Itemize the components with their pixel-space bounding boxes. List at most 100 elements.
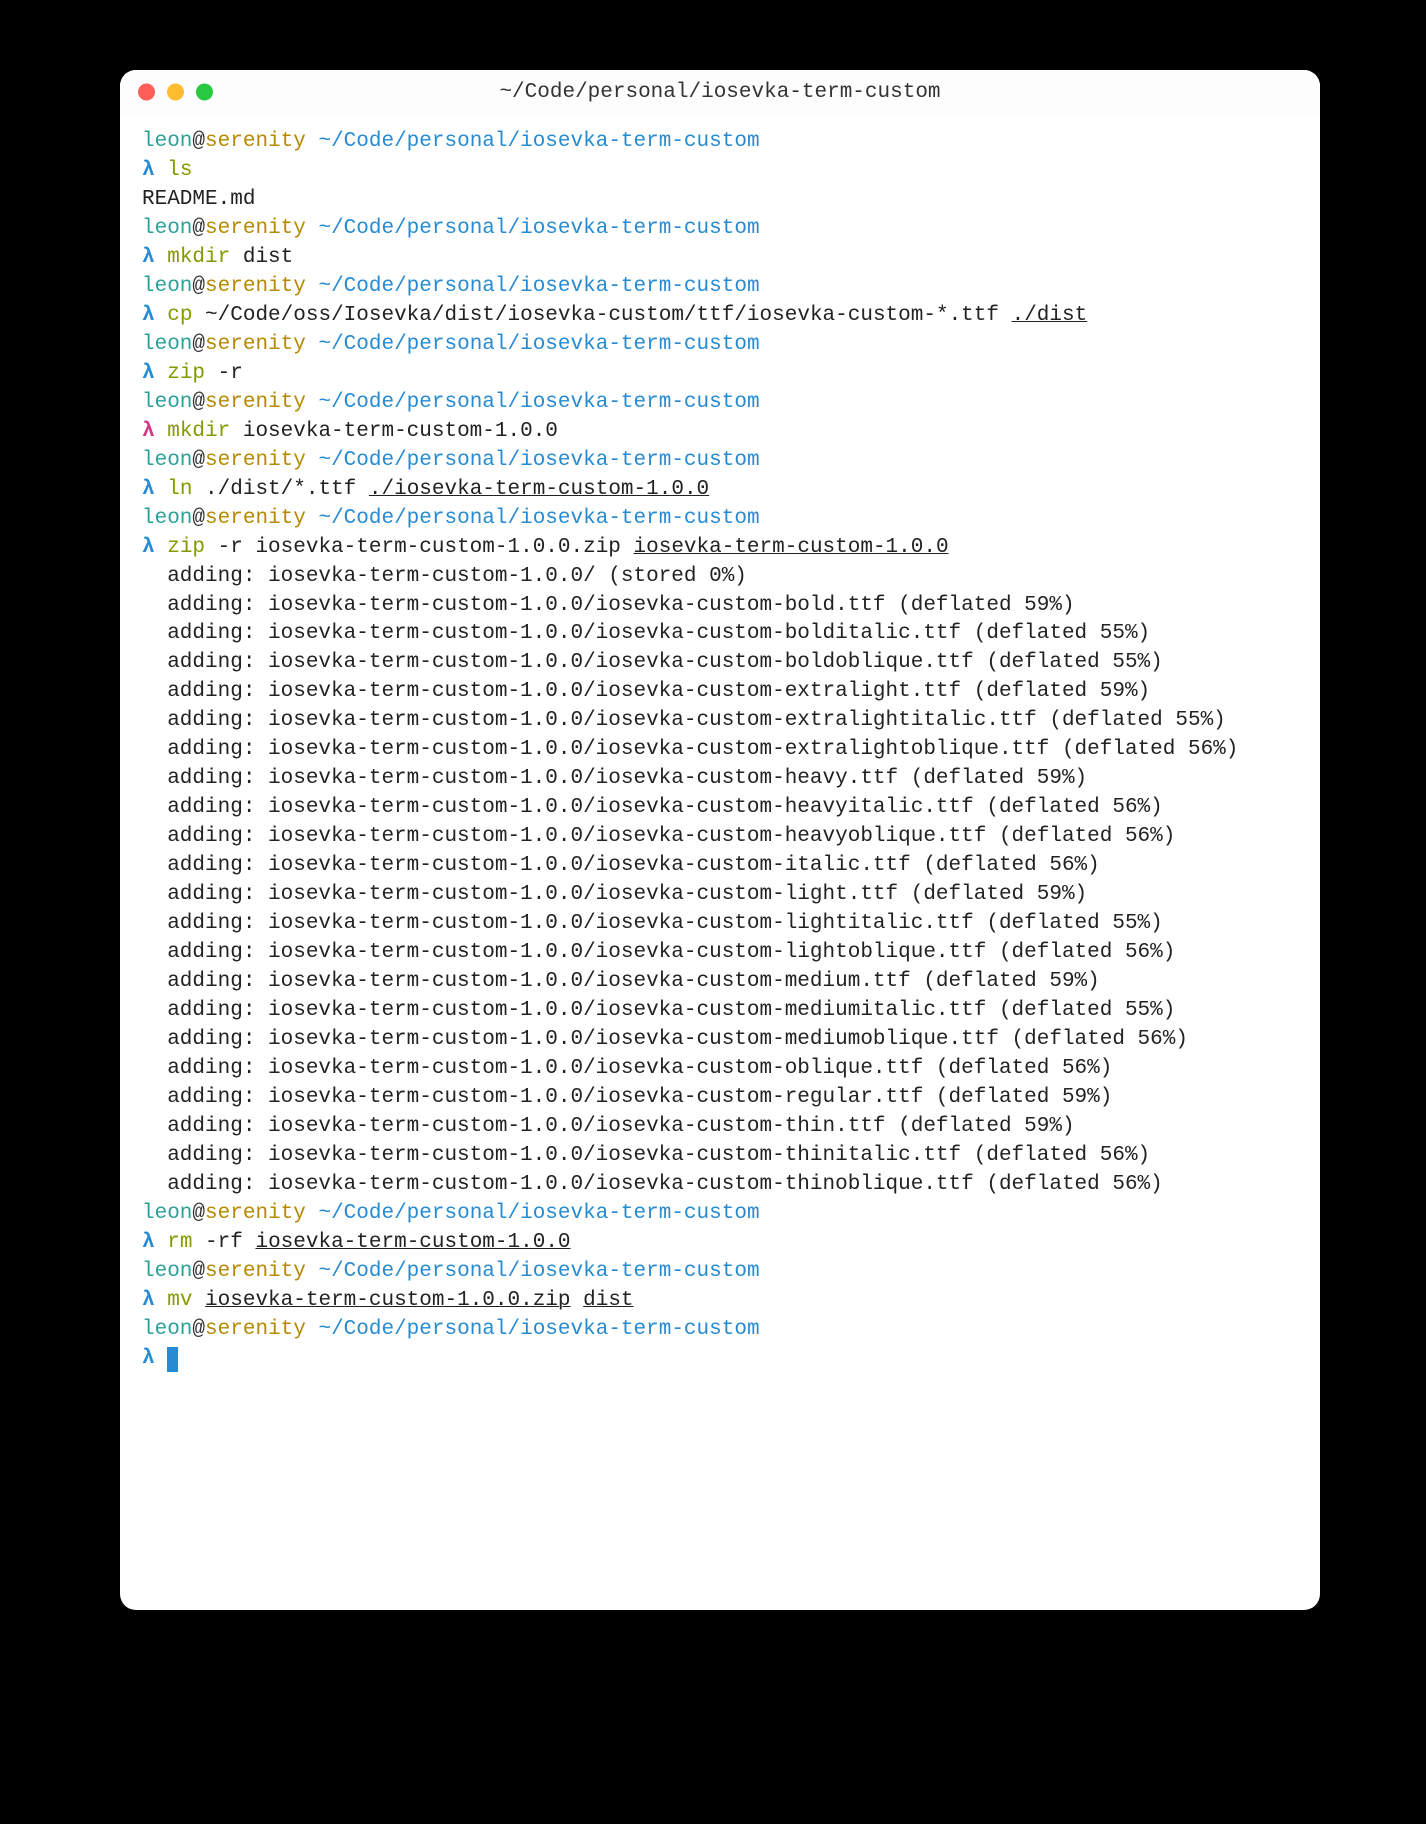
- command-line: λ mv iosevka-term-custom-1.0.0.zip dist: [142, 1287, 1298, 1316]
- prompt-cwd: ~/Code/personal/iosevka-term-custom: [318, 507, 759, 530]
- command-arg: dist: [583, 1289, 633, 1312]
- prompt-cwd: ~/Code/personal/iosevka-term-custom: [318, 391, 759, 414]
- command-arg: -r: [218, 362, 243, 385]
- command-line: λ mkdir dist: [142, 244, 1298, 273]
- prompt-lambda-icon: λ: [142, 159, 155, 182]
- zoom-icon[interactable]: [196, 84, 213, 101]
- command-name: mkdir: [167, 246, 230, 269]
- prompt-user: leon: [142, 507, 192, 530]
- output-line: adding: iosevka-term-custom-1.0.0/iosevk…: [142, 794, 1298, 823]
- command-arg: ~/Code/oss/Iosevka/dist/iosevka-custom/t…: [205, 304, 999, 327]
- prompt-host: serenity: [205, 1260, 306, 1283]
- prompt-lambda-icon: λ: [142, 246, 155, 269]
- prompt-cwd: ~/Code/personal/iosevka-term-custom: [318, 130, 759, 153]
- prompt-host: serenity: [205, 1202, 306, 1225]
- command-name: mkdir: [167, 420, 230, 443]
- minimize-icon[interactable]: [167, 84, 184, 101]
- prompt-line: leon@serenity ~/Code/personal/iosevka-te…: [142, 1200, 1298, 1229]
- command-line: λ mkdir iosevka-term-custom-1.0.0: [142, 418, 1298, 447]
- command-arg: ./dist/*.ttf: [205, 478, 356, 501]
- terminal-window: ~/Code/personal/iosevka-term-custom leon…: [120, 70, 1320, 1610]
- command-arg: ./dist: [1012, 304, 1088, 327]
- prompt-user: leon: [142, 333, 192, 356]
- output-line: adding: iosevka-term-custom-1.0.0/iosevk…: [142, 649, 1298, 678]
- close-icon[interactable]: [138, 84, 155, 101]
- command-line: λ zip -r iosevka-term-custom-1.0.0.zip i…: [142, 534, 1298, 563]
- command-name: rm: [167, 1231, 192, 1254]
- prompt-lambda-icon: λ: [142, 478, 155, 501]
- output-line: adding: iosevka-term-custom-1.0.0/iosevk…: [142, 736, 1298, 765]
- output-line: adding: iosevka-term-custom-1.0.0/iosevk…: [142, 910, 1298, 939]
- cursor-icon: [167, 1347, 178, 1372]
- prompt-host: serenity: [205, 275, 306, 298]
- command-arg: -rf: [205, 1231, 243, 1254]
- prompt-user: leon: [142, 130, 192, 153]
- output-line: adding: iosevka-term-custom-1.0.0/iosevk…: [142, 1084, 1298, 1113]
- prompt-cwd: ~/Code/personal/iosevka-term-custom: [318, 217, 759, 240]
- prompt-line: leon@serenity ~/Code/personal/iosevka-te…: [142, 1316, 1298, 1345]
- prompt-host: serenity: [205, 507, 306, 530]
- command-arg: iosevka-term-custom-1.0.0.zip: [205, 1289, 570, 1312]
- output-line: adding: iosevka-term-custom-1.0.0/iosevk…: [142, 678, 1298, 707]
- command-name: zip: [167, 362, 205, 385]
- prompt-host: serenity: [205, 130, 306, 153]
- prompt-line: leon@serenity ~/Code/personal/iosevka-te…: [142, 128, 1298, 157]
- prompt-user: leon: [142, 275, 192, 298]
- prompt-cwd: ~/Code/personal/iosevka-term-custom: [318, 1318, 759, 1341]
- output-line: adding: iosevka-term-custom-1.0.0/iosevk…: [142, 881, 1298, 910]
- prompt-lambda-icon: λ: [142, 420, 155, 443]
- output-line: adding: iosevka-term-custom-1.0.0/iosevk…: [142, 765, 1298, 794]
- command-arg: iosevka-term-custom-1.0.0: [634, 536, 949, 559]
- titlebar: ~/Code/personal/iosevka-term-custom: [120, 70, 1320, 114]
- at-icon: @: [192, 275, 205, 298]
- output-line: adding: iosevka-term-custom-1.0.0/iosevk…: [142, 852, 1298, 881]
- prompt-host: serenity: [205, 333, 306, 356]
- command-line: λ cp ~/Code/oss/Iosevka/dist/iosevka-cus…: [142, 302, 1298, 331]
- prompt-lambda-icon: λ: [142, 1231, 155, 1254]
- output-line: adding: iosevka-term-custom-1.0.0/iosevk…: [142, 968, 1298, 997]
- prompt-lambda-icon: λ: [142, 1289, 155, 1312]
- prompt-cwd: ~/Code/personal/iosevka-term-custom: [318, 449, 759, 472]
- output-line: adding: iosevka-term-custom-1.0.0/iosevk…: [142, 1171, 1298, 1200]
- output-line: adding: iosevka-term-custom-1.0.0/iosevk…: [142, 592, 1298, 621]
- command-name: mv: [167, 1289, 192, 1312]
- at-icon: @: [192, 1318, 205, 1341]
- prompt-lambda-icon: λ: [142, 362, 155, 385]
- at-icon: @: [192, 333, 205, 356]
- prompt-host: serenity: [205, 449, 306, 472]
- prompt-host: serenity: [205, 1318, 306, 1341]
- terminal-body[interactable]: leon@serenity ~/Code/personal/iosevka-te…: [120, 114, 1320, 1610]
- prompt-user: leon: [142, 1318, 192, 1341]
- output-line: adding: iosevka-term-custom-1.0.0/iosevk…: [142, 997, 1298, 1026]
- at-icon: @: [192, 391, 205, 414]
- prompt-user: leon: [142, 391, 192, 414]
- at-icon: @: [192, 130, 205, 153]
- prompt-lambda-icon: λ: [142, 304, 155, 327]
- at-icon: @: [192, 507, 205, 530]
- prompt-cwd: ~/Code/personal/iosevka-term-custom: [318, 1202, 759, 1225]
- at-icon: @: [192, 217, 205, 240]
- output-line: README.md: [142, 186, 1298, 215]
- prompt-line: leon@serenity ~/Code/personal/iosevka-te…: [142, 1258, 1298, 1287]
- prompt-cwd: ~/Code/personal/iosevka-term-custom: [318, 1260, 759, 1283]
- output-line: adding: iosevka-term-custom-1.0.0/iosevk…: [142, 1142, 1298, 1171]
- output-line: adding: iosevka-term-custom-1.0.0/iosevk…: [142, 1055, 1298, 1084]
- command-arg: iosevka-term-custom-1.0.0: [243, 420, 558, 443]
- at-icon: @: [192, 449, 205, 472]
- command-arg: -r iosevka-term-custom-1.0.0.zip: [218, 536, 621, 559]
- command-name: zip: [167, 536, 205, 559]
- output-line: adding: iosevka-term-custom-1.0.0/iosevk…: [142, 823, 1298, 852]
- output-line: adding: iosevka-term-custom-1.0.0/iosevk…: [142, 939, 1298, 968]
- prompt-user: leon: [142, 1260, 192, 1283]
- input-line[interactable]: λ: [142, 1345, 1298, 1374]
- command-arg: ./iosevka-term-custom-1.0.0: [369, 478, 709, 501]
- prompt-line: leon@serenity ~/Code/personal/iosevka-te…: [142, 505, 1298, 534]
- prompt-line: leon@serenity ~/Code/personal/iosevka-te…: [142, 447, 1298, 476]
- command-line: λ ls: [142, 157, 1298, 186]
- output-line: adding: iosevka-term-custom-1.0.0/iosevk…: [142, 1113, 1298, 1142]
- at-icon: @: [192, 1202, 205, 1225]
- prompt-user: leon: [142, 217, 192, 240]
- output-line: adding: iosevka-term-custom-1.0.0/iosevk…: [142, 620, 1298, 649]
- command-line: λ zip -r: [142, 360, 1298, 389]
- prompt-host: serenity: [205, 217, 306, 240]
